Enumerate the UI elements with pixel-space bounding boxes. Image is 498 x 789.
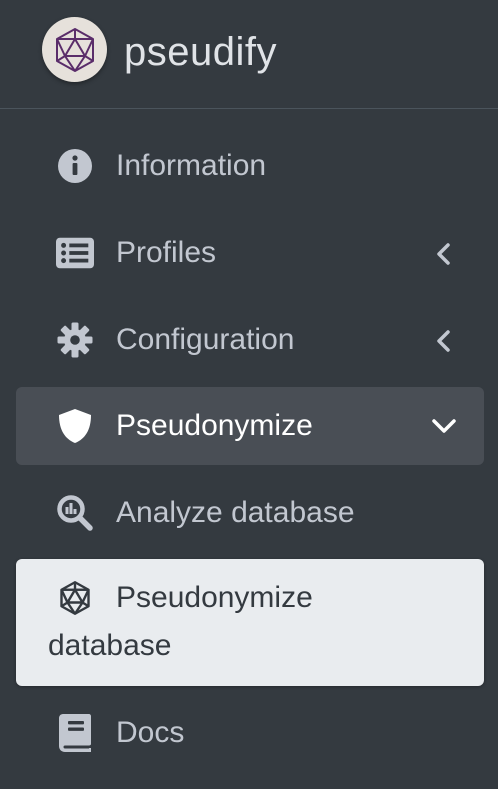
brand-link[interactable]: pseudify (0, 0, 498, 109)
nav-label-configuration: Configuration (116, 323, 295, 356)
chevron-left-icon (437, 243, 450, 265)
search-chart-icon (56, 494, 94, 532)
nav-item-docs[interactable]: Docs (16, 692, 484, 776)
nav-label-pseudonymize-database-line2: database (48, 629, 172, 662)
info-circle-icon (56, 147, 94, 185)
nav-item-information[interactable]: Information (16, 125, 484, 209)
nav-label-pseudonymize-database-line1: Pseudonymize (116, 581, 313, 614)
nav-label-information: Information (116, 149, 267, 182)
gear-icon (56, 321, 94, 359)
nav-label-docs: Docs (116, 716, 185, 749)
list-alt-icon (56, 234, 94, 272)
brand-logo-icon (42, 17, 107, 82)
nav-item-pseudonymize-database[interactable]: Pseudonymize database (16, 559, 484, 686)
nav-label-pseudonymize: Pseudonymize (116, 409, 313, 442)
book-icon (56, 714, 94, 752)
chevron-down-icon (432, 419, 456, 433)
shield-icon (56, 407, 94, 445)
chevron-left-icon (437, 330, 450, 352)
nav-label-profiles: Profiles (116, 236, 217, 269)
nav-label-analyze-database: Analyze database (116, 496, 355, 529)
nav-item-configuration[interactable]: Configuration (16, 299, 484, 383)
nav-item-pseudonymize[interactable]: Pseudonymize (16, 387, 484, 465)
sidebar: pseudify Information Profiles Configurat… (0, 0, 498, 789)
nav-item-profiles[interactable]: Profiles (16, 212, 484, 296)
nav-item-analyze-database[interactable]: Analyze database (16, 472, 484, 556)
brand-name: pseudify (124, 30, 277, 74)
icosahedron-icon (56, 579, 94, 617)
